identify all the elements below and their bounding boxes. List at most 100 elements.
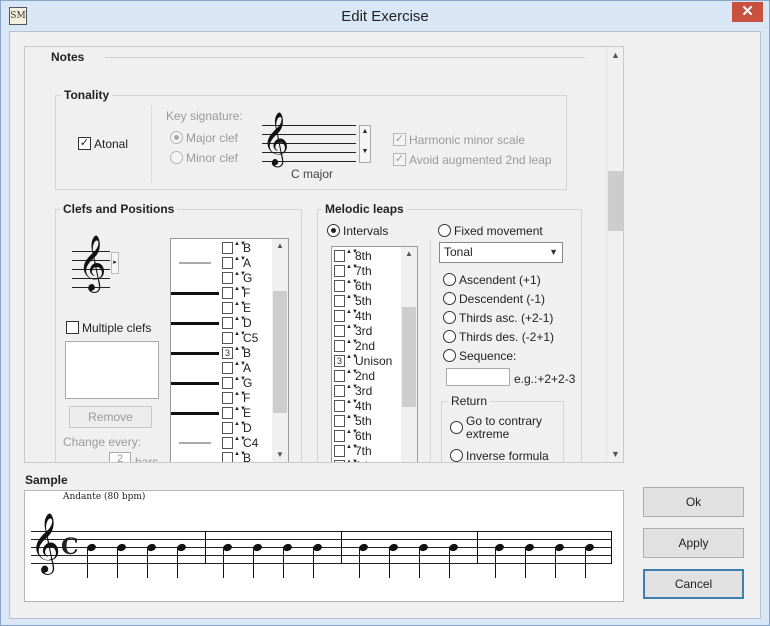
interval-spinner-icon[interactable]: ▲▼ — [346, 354, 358, 369]
interval-checkbox[interactable] — [334, 325, 345, 337]
movement-option-radio[interactable] — [443, 349, 456, 362]
harmonic-minor-checkbox[interactable]: ✓ — [393, 133, 406, 146]
interval-checkbox[interactable] — [334, 385, 345, 397]
interval-checkbox[interactable]: 3 — [334, 355, 345, 367]
movement-option-radio[interactable] — [443, 292, 456, 305]
interval-checkbox[interactable] — [334, 280, 345, 292]
movement-select[interactable]: Tonal ▼ — [439, 242, 563, 263]
interval-checkbox[interactable] — [334, 445, 345, 457]
interval-checkbox[interactable] — [334, 460, 345, 462]
major-clef-radio[interactable] — [170, 131, 183, 144]
position-checkbox[interactable] — [222, 242, 233, 254]
notes-scrollbar[interactable]: ▲ ▼ — [606, 47, 623, 462]
positions-scroll-thumb[interactable] — [273, 291, 287, 413]
position-checkbox[interactable] — [222, 392, 233, 404]
scroll-up-icon[interactable]: ▲ — [607, 47, 623, 64]
sequence-input[interactable] — [446, 368, 510, 386]
interval-spinner-icon[interactable]: ▲▼ — [346, 339, 358, 354]
position-spinner-icon[interactable]: ▲▼ — [234, 436, 246, 451]
interval-spinner-icon[interactable]: ▲▼ — [346, 414, 358, 429]
interval-spinner-icon[interactable]: ▲▼ — [346, 444, 358, 459]
position-checkbox[interactable] — [222, 287, 233, 299]
position-checkbox[interactable] — [222, 332, 233, 344]
remove-button[interactable]: Remove — [69, 406, 152, 428]
position-checkbox[interactable] — [222, 452, 233, 462]
position-spinner-icon[interactable]: ▲▼ — [234, 256, 246, 271]
go-contrary-radio[interactable] — [450, 421, 463, 434]
interval-spinner-icon[interactable]: ▲▼ — [346, 279, 358, 294]
interval-checkbox[interactable] — [334, 430, 345, 442]
interval-spinner-icon[interactable]: ▲▼ — [346, 369, 358, 384]
interval-spinner-icon[interactable]: ▲▼ — [346, 399, 358, 414]
interval-spinner-icon[interactable]: ▲▼ — [346, 264, 358, 279]
positions-scroll-down-icon[interactable]: ▼ — [272, 448, 288, 462]
interval-spinner-icon[interactable]: ▲▼ — [346, 429, 358, 444]
intervals-list[interactable]: ▲▼ 8th ▲▼ 7th ▲▼ 6th ▲▼ 5th ▲▼ 4th ▲▼ 3rd ▲▼ 2nd 3 ▲▼ Un… — [331, 246, 418, 462]
movement-option-radio[interactable] — [443, 273, 456, 286]
spinner-down-icon[interactable]: ▼ — [360, 148, 370, 155]
change-every-input[interactable]: 2 — [109, 452, 131, 462]
scroll-down-icon[interactable]: ▼ — [607, 446, 623, 462]
position-checkbox[interactable] — [222, 302, 233, 314]
interval-checkbox[interactable] — [334, 265, 345, 277]
intervals-scroll-thumb[interactable] — [402, 307, 416, 407]
apply-button[interactable]: Apply — [643, 528, 744, 558]
intervals-scrollbar[interactable]: ▲ — [401, 247, 417, 462]
positions-list[interactable]: ▲▼ B ▲▼ A ▲▼ G ▲▼ F ▲▼ E ▲▼ D ▲▼ C5 3 ▲▼ B ▲▼ A ▲▼ G ▲▼ F ▲▼ E ▲▼… — [170, 238, 289, 462]
interval-spinner-icon[interactable]: ▲▼ — [346, 309, 358, 324]
avoid-aug-checkbox[interactable]: ✓ — [393, 153, 406, 166]
position-checkbox[interactable]: 3 — [222, 347, 233, 359]
close-button[interactable]: ✕ — [732, 2, 763, 22]
inverse-formula-radio[interactable] — [450, 449, 463, 462]
position-spinner-icon[interactable]: ▲▼ — [234, 301, 246, 316]
position-spinner-icon[interactable]: ▲▼ — [234, 391, 246, 406]
position-spinner-icon[interactable]: ▲▼ — [234, 406, 246, 421]
key-signature-spinner[interactable]: ▲ ▼ — [359, 125, 371, 163]
position-spinner-icon[interactable]: ▲▼ — [234, 271, 246, 286]
position-spinner-icon[interactable]: ▲▼ — [234, 421, 246, 436]
position-spinner-icon[interactable]: ▲▼ — [234, 376, 246, 391]
positions-scrollbar[interactable]: ▲ ▼ — [272, 239, 288, 462]
interval-checkbox[interactable] — [334, 415, 345, 427]
ok-button[interactable]: Ok — [643, 487, 744, 517]
interval-checkbox[interactable] — [334, 295, 345, 307]
interval-spinner-icon[interactable]: ▲▼ — [346, 459, 358, 462]
position-spinner-icon[interactable]: ▲▼ — [234, 361, 246, 376]
position-checkbox[interactable] — [222, 257, 233, 269]
position-checkbox[interactable] — [222, 437, 233, 449]
position-checkbox[interactable] — [222, 362, 233, 374]
cancel-button[interactable]: Cancel — [643, 569, 744, 599]
position-checkbox[interactable] — [222, 272, 233, 284]
intervals-radio[interactable] — [327, 224, 340, 237]
minor-clef-radio[interactable] — [170, 151, 183, 164]
movement-option-radio[interactable] — [443, 311, 456, 324]
intervals-scroll-up-icon[interactable]: ▲ — [401, 247, 417, 261]
interval-checkbox[interactable] — [334, 250, 345, 262]
interval-checkbox[interactable] — [334, 340, 345, 352]
interval-checkbox[interactable] — [334, 370, 345, 382]
atonal-checkbox[interactable]: ✓ — [78, 137, 91, 150]
movement-option-radio[interactable] — [443, 330, 456, 343]
position-spinner-icon[interactable]: ▲▼ — [234, 331, 246, 346]
position-spinner-icon[interactable]: ▲▼ — [234, 316, 246, 331]
interval-checkbox[interactable] — [334, 310, 345, 322]
notes-scroll-thumb[interactable] — [608, 171, 623, 231]
clef-dropdown-arrow-icon[interactable]: ▸ — [111, 252, 119, 274]
position-spinner-icon[interactable]: ▲▼ — [234, 451, 246, 462]
position-spinner-icon[interactable]: ▲▼ — [234, 346, 246, 361]
fixed-movement-radio[interactable] — [438, 224, 451, 237]
positions-scroll-up-icon[interactable]: ▲ — [272, 239, 288, 253]
interval-spinner-icon[interactable]: ▲▼ — [346, 294, 358, 309]
position-checkbox[interactable] — [222, 422, 233, 434]
position-checkbox[interactable] — [222, 407, 233, 419]
position-checkbox[interactable] — [222, 377, 233, 389]
interval-checkbox[interactable] — [334, 400, 345, 412]
interval-spinner-icon[interactable]: ▲▼ — [346, 324, 358, 339]
interval-spinner-icon[interactable]: ▲▼ — [346, 249, 358, 264]
multiple-clefs-checkbox[interactable] — [66, 321, 79, 334]
spinner-up-icon[interactable]: ▲ — [360, 128, 370, 135]
interval-spinner-icon[interactable]: ▲▼ — [346, 384, 358, 399]
clefs-list-box[interactable] — [65, 341, 159, 399]
position-spinner-icon[interactable]: ▲▼ — [234, 286, 246, 301]
position-checkbox[interactable] — [222, 317, 233, 329]
